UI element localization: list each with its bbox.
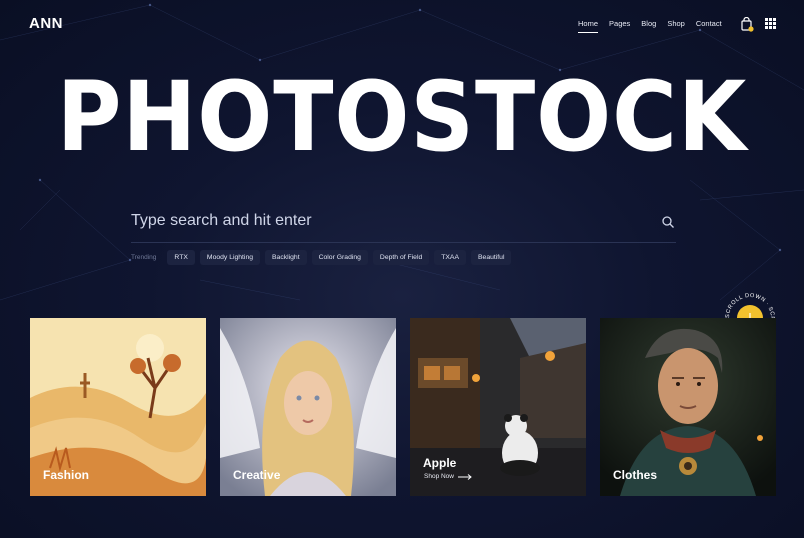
search-icon[interactable] (661, 215, 675, 229)
arrow-right-icon (458, 473, 472, 480)
nav-blog[interactable]: Blog (641, 19, 656, 28)
category-cards: Fashion Creative Apple Shop Now Clothes (30, 318, 776, 496)
tag-beautiful[interactable]: Beautiful (471, 250, 512, 265)
card-title-apple: Apple (423, 456, 457, 470)
nav-pages[interactable]: Pages (609, 19, 630, 28)
tag-moody-lighting[interactable]: Moody Lighting (199, 250, 261, 265)
grid-menu-icon[interactable] (765, 18, 776, 29)
search-bar (131, 207, 676, 243)
card-title-fashion: Fashion (43, 468, 90, 482)
nav-shop[interactable]: Shop (667, 19, 685, 28)
card-fashion[interactable]: Fashion (30, 318, 206, 496)
hero-title: PHOTOSTOCK (56, 61, 748, 173)
tag-depth-of-field[interactable]: Depth of Field (372, 250, 430, 265)
tag-color-grading[interactable]: Color Grading (311, 250, 368, 265)
card-title-creative: Creative (233, 468, 281, 482)
shop-now-label: Shop Now (424, 473, 454, 480)
nav-contact[interactable]: Contact (696, 19, 722, 28)
card-apple[interactable]: Apple Shop Now (410, 318, 586, 496)
card-title-clothes: Clothes (613, 468, 658, 482)
search-input[interactable] (131, 207, 631, 235)
card-creative[interactable]: Creative (220, 318, 396, 496)
trending-label: Trending (131, 254, 157, 261)
trending-tags: Trending RTX Moody Lighting Backlight Co… (131, 250, 512, 265)
top-bar: ANN Home Pages Blog Shop Contact (0, 0, 804, 48)
card-clothes[interactable]: Clothes (600, 318, 776, 496)
shopping-bag-icon[interactable] (740, 17, 754, 32)
shop-now-link[interactable]: Shop Now (424, 473, 472, 480)
tag-txaa[interactable]: TXAA (434, 250, 467, 265)
tag-rtx[interactable]: RTX (167, 250, 195, 265)
nav-home[interactable]: Home (578, 19, 599, 33)
logo[interactable]: ANN (29, 15, 63, 32)
main-nav: Home Pages Blog Shop Contact (578, 19, 722, 33)
tag-backlight[interactable]: Backlight (265, 250, 307, 265)
